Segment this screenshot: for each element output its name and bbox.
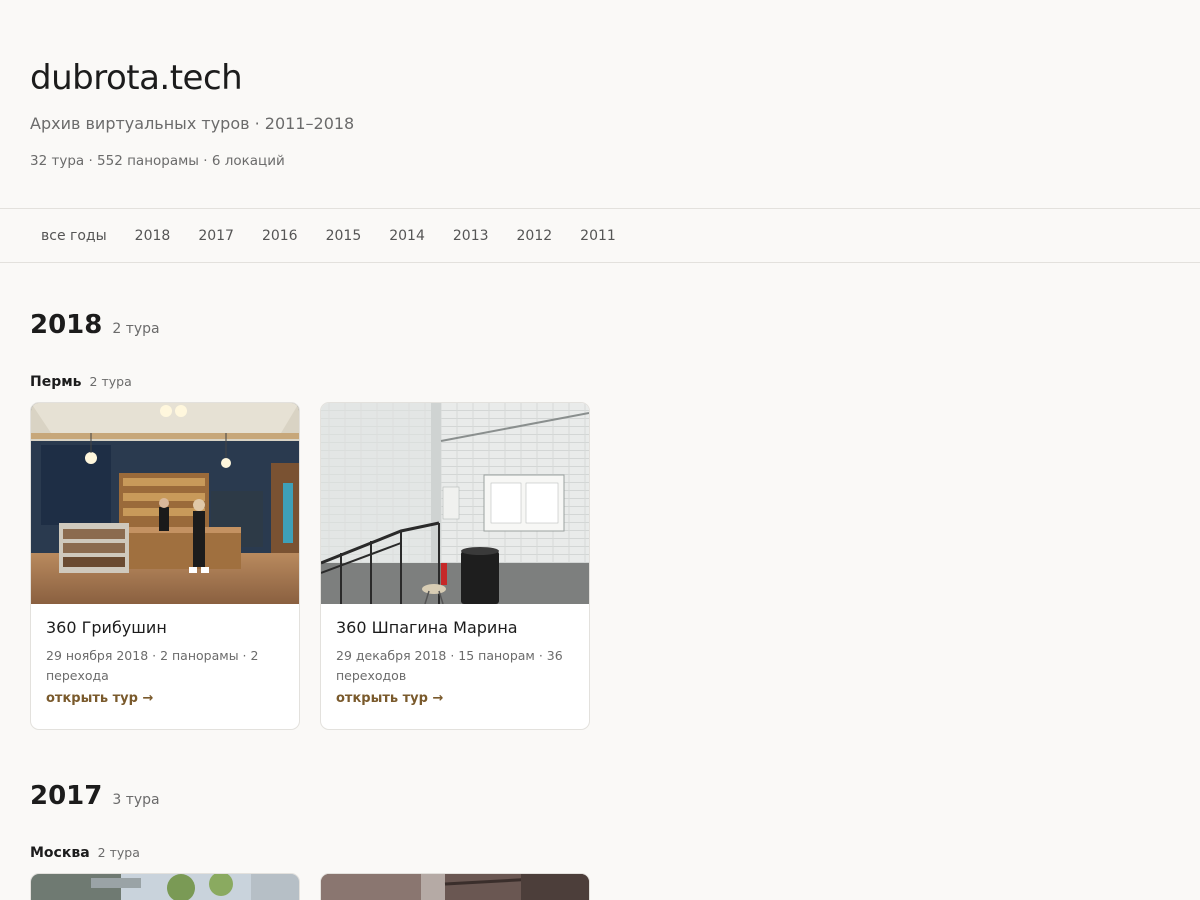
open-tour-link[interactable]: открыть тур → [46, 691, 153, 706]
nav-item-2014[interactable]: 2014 [375, 224, 439, 248]
tour-card[interactable]: 360 Грибушин 29 ноября 2018 · 2 панорамы… [30, 402, 300, 730]
year-title: 2018 [30, 310, 103, 340]
tour-card[interactable]: 360 Шпагина Марина 29 декабря 2018 · 15 … [320, 402, 590, 730]
nav-item-2016[interactable]: 2016 [248, 224, 312, 248]
open-tour-link[interactable]: открыть тур → [336, 691, 443, 706]
tour-card-body: 360 Шпагина Марина 29 декабря 2018 · 15 … [321, 604, 589, 720]
tour-title[interactable]: 360 Шпагина Марина [336, 618, 574, 637]
tour-meta: 29 ноября 2018 · 2 панорамы · 2 перехода [46, 648, 259, 683]
site-subtitle: Архив виртуальных туров · 2011–2018 [30, 113, 355, 133]
location-title: Москва [30, 845, 90, 861]
year-heading: 2017 3 тура [30, 781, 590, 811]
tour-meta: 29 декабря 2018 · 15 панорам · 36 перехо… [336, 648, 563, 683]
nav-item-2017[interactable]: 2017 [184, 224, 248, 248]
year-heading: 2018 2 тура [30, 310, 590, 340]
year-tour-count: 2 тура [112, 321, 160, 337]
year-filter-nav: все годы 2018 2017 2016 2015 2014 2013 2… [0, 208, 1200, 263]
year-tour-count: 3 тура [112, 792, 160, 808]
tour-card-body: 360 Грибушин 29 ноября 2018 · 2 панорамы… [31, 604, 299, 720]
tour-thumbnail-street[interactable] [31, 874, 299, 900]
nav-item-2015[interactable]: 2015 [312, 224, 376, 248]
nav-item-2012[interactable]: 2012 [503, 224, 567, 248]
site-title[interactable]: dubrota.tech [30, 58, 354, 99]
location-title: Пермь [30, 374, 82, 390]
tour-card[interactable] [320, 873, 590, 900]
location-tour-count: 2 тура [89, 374, 132, 389]
tour-card[interactable] [30, 873, 300, 900]
location-heading: Пермь 2 тура [30, 374, 590, 390]
site-header: dubrota.tech Архив виртуальных туров · 2… [30, 58, 354, 169]
location-tour-count: 2 тура [97, 845, 140, 860]
year-title: 2017 [30, 781, 103, 811]
nav-item-2018[interactable]: 2018 [121, 224, 185, 248]
tour-title[interactable]: 360 Грибушин [46, 618, 284, 637]
tour-thumbnail-interior[interactable] [321, 874, 589, 900]
nav-item-2011[interactable]: 2011 [566, 224, 630, 248]
nav-item-all-years[interactable]: все годы [27, 224, 121, 248]
nav-item-2013[interactable]: 2013 [439, 224, 503, 248]
tour-card-list [30, 873, 590, 900]
tour-card-list: 360 Грибушин 29 ноября 2018 · 2 панорамы… [30, 402, 590, 730]
site-stats: 32 тура · 552 панорамы · 6 локаций [30, 152, 285, 169]
location-heading: Москва 2 тура [30, 845, 590, 861]
tour-thumbnail-brick-wall[interactable] [321, 403, 589, 604]
tour-thumbnail-cafe[interactable] [31, 403, 299, 604]
year-section-2018: 2018 2 тура Пермь 2 тура 360 Грибушин 29… [30, 310, 590, 730]
year-section-2017: 2017 3 тура Москва 2 тура [30, 781, 590, 900]
